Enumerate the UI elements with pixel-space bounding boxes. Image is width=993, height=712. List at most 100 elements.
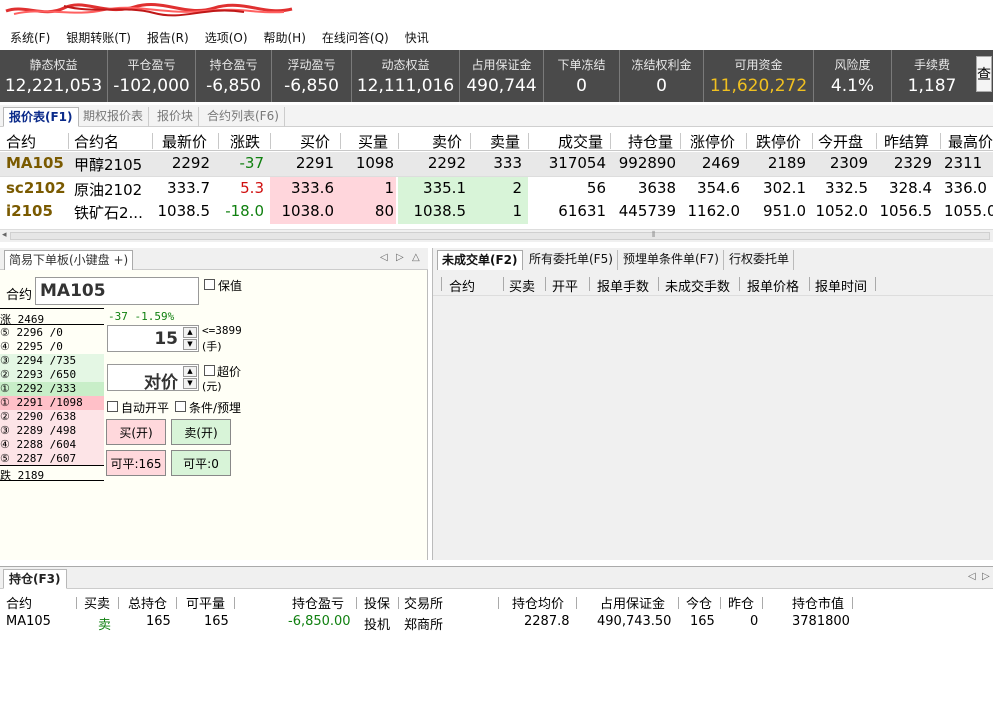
pos-col-pnl[interactable]: 持仓盈亏 (292, 593, 344, 612)
pos-col-contract[interactable]: 合约 (6, 593, 32, 612)
tab-positions[interactable]: 持仓(F3) (3, 569, 67, 589)
pos-col-today[interactable]: 今仓 (686, 593, 712, 612)
change-text: -37 -1.59% (108, 310, 175, 323)
bid-level[interactable]: ④ 2288 /604 (0, 438, 104, 452)
menu-online-qa[interactable]: 在线问答(Q) (322, 29, 389, 46)
account-summary-bar: 静态权益 12,221,053 平仓盈亏 -102,000 持仓盈亏 -6,850 浮… (0, 50, 993, 102)
account-order-frozen: 下单冻结 0 (544, 50, 620, 102)
sell-open-button[interactable]: 卖(开) (171, 419, 231, 445)
quote-row[interactable]: i2105 铁矿石2... 1038.5 -18.0 1038.0 80 103… (0, 200, 993, 224)
price-up-icon[interactable]: ▲ (183, 366, 197, 377)
bid-level[interactable]: ③ 2289 /498 (0, 424, 104, 438)
col-bid-vol[interactable]: 买量 (358, 131, 388, 152)
hedge-checkbox[interactable] (204, 279, 215, 290)
quantity-stepper[interactable]: 15 ▲ ▼ (107, 325, 199, 352)
col-limit-down[interactable]: 跌停价 (756, 131, 801, 152)
col-contract[interactable]: 合约 (6, 131, 36, 152)
col-contract-name[interactable]: 合约名 (74, 131, 119, 152)
order-panel-tab[interactable]: 简易下单板(小键盘 +) (4, 250, 134, 270)
col-open-interest[interactable]: 持仓量 (628, 131, 673, 152)
ask-level[interactable]: ③ 2294 /735 (0, 354, 104, 368)
qty-limit: <=3899 (202, 324, 242, 337)
title-bar (0, 0, 993, 24)
auto-open-close-checkbox[interactable] (107, 401, 118, 412)
pos-col-hedge[interactable]: 投保 (364, 593, 390, 612)
quote-row[interactable]: sc2102 原油2102 333.7 5.3 333.6 1 335.1 2 … (0, 176, 993, 201)
pos-col-avg-price[interactable]: 持仓均价 (512, 593, 564, 612)
pos-col-side[interactable]: 买卖 (84, 593, 110, 612)
ask-level[interactable]: ⑤ 2296 /0 (0, 326, 104, 340)
quote-horizontal-scrollbar[interactable]: ◂ ⦀ (0, 229, 993, 242)
account-static-equity: 静态权益 12,221,053 (0, 50, 108, 102)
limit-up-row: 涨 2469 (0, 313, 45, 326)
pos-col-market-value[interactable]: 持仓市值 (792, 593, 844, 612)
close-buy-button[interactable]: 可平:165 (106, 450, 166, 476)
tab-all-orders[interactable]: 所有委托单(F5) (525, 250, 618, 270)
price-unit: (元) (202, 380, 222, 393)
next-icon[interactable]: ▷ (982, 571, 990, 582)
menu-help[interactable]: 帮助(H) (264, 29, 306, 46)
over-price-checkbox[interactable] (204, 365, 215, 376)
next-icon[interactable]: ▷ (396, 252, 404, 263)
scroll-thumb[interactable] (10, 232, 990, 240)
orders-panel: 未成交单(F2) 所有委托单(F5) 预埋单条件单(F7) 行权委托单 合约 买… (432, 248, 993, 560)
tab-unfilled-orders[interactable]: 未成交单(F2) (437, 250, 523, 270)
tab-quote-block[interactable]: 报价块 (152, 107, 200, 127)
col-open[interactable]: 今开盘 (818, 131, 863, 152)
query-button[interactable]: 查 (976, 56, 992, 92)
ladder-bottom-line (0, 480, 104, 481)
collapse-icon[interactable]: △ (412, 252, 420, 263)
price-stepper[interactable]: 对价 ▲ ▼ (107, 364, 199, 393)
contract-input[interactable]: MA105 (35, 277, 199, 305)
qty-down-icon[interactable]: ▼ (183, 339, 197, 350)
quote-row[interactable]: MA105 甲醇2105 2292 -37 2291 1098 2292 333… (0, 152, 993, 176)
col-high[interactable]: 最高价 (948, 131, 993, 152)
buy-open-button[interactable]: 买(开) (106, 419, 166, 445)
col-ask-vol[interactable]: 卖量 (490, 131, 520, 152)
tab-exercise-orders[interactable]: 行权委托单 (725, 250, 795, 270)
bid-level[interactable]: ① 2291 /1098 (0, 396, 104, 410)
col-change[interactable]: 涨跌 (230, 131, 260, 152)
order-panel-tabbar: 简易下单板(小键盘 +) ◁ ▷ △ (0, 248, 428, 270)
menu-system[interactable]: 系统(F) (10, 29, 50, 46)
prev-icon[interactable]: ◁ (968, 571, 976, 582)
auto-open-close-label: 自动开平 (121, 401, 170, 415)
scroll-grip-icon: ⦀ (652, 230, 656, 239)
col-volume[interactable]: 成交量 (558, 131, 603, 152)
menu-bank-transfer[interactable]: 银期转账(T) (66, 29, 131, 46)
qty-unit: (手) (202, 340, 222, 353)
pos-col-closable[interactable]: 可平量 (186, 593, 225, 612)
menu-report[interactable]: 报告(R) (147, 29, 189, 46)
close-sell-button[interactable]: 可平:0 (171, 450, 231, 476)
position-row[interactable]: MA105 卖 165 165 -6,850.00 投机 郑商所 2287.8 … (0, 611, 993, 633)
pos-col-exchange[interactable]: 交易所 (404, 593, 443, 612)
col-limit-up[interactable]: 涨停价 (690, 131, 735, 152)
col-last-price[interactable]: 最新价 (162, 131, 207, 152)
tab-quote-table[interactable]: 报价表(F1) (3, 107, 79, 127)
condition-checkbox[interactable] (175, 401, 186, 412)
col-ask[interactable]: 卖价 (432, 131, 462, 152)
col-sep (812, 133, 813, 149)
menu-options[interactable]: 选项(O) (205, 29, 248, 46)
prev-icon[interactable]: ◁ (380, 252, 388, 263)
col-sep (940, 133, 941, 149)
pos-col-total[interactable]: 总持仓 (128, 593, 167, 612)
bid-level[interactable]: ⑤ 2287 /607 (0, 452, 104, 466)
tab-contract-list[interactable]: 合约列表(F6) (202, 107, 285, 127)
scroll-left-icon[interactable]: ◂ (2, 230, 7, 240)
condition-label: 条件/预埋 (189, 401, 242, 415)
ask-level[interactable]: ② 2293 /650 (0, 368, 104, 382)
bid-level[interactable]: ② 2290 /638 (0, 410, 104, 424)
ask-level[interactable]: ④ 2295 /0 (0, 340, 104, 354)
tab-option-quote[interactable]: 期权报价表 (78, 107, 150, 127)
qty-up-icon[interactable]: ▲ (183, 327, 197, 338)
col-bid[interactable]: 买价 (300, 131, 330, 152)
col-prev-settle[interactable]: 昨结算 (884, 131, 929, 152)
tab-conditional-orders[interactable]: 预埋单条件单(F7) (619, 250, 724, 270)
menu-news[interactable]: 快讯 (405, 29, 429, 46)
ask-level[interactable]: ① 2292 /333 (0, 382, 104, 396)
pos-col-margin[interactable]: 占用保证金 (600, 593, 665, 612)
price-down-icon[interactable]: ▼ (183, 378, 197, 389)
pos-col-yesterday[interactable]: 昨仓 (728, 593, 754, 612)
col-sep (876, 133, 877, 149)
